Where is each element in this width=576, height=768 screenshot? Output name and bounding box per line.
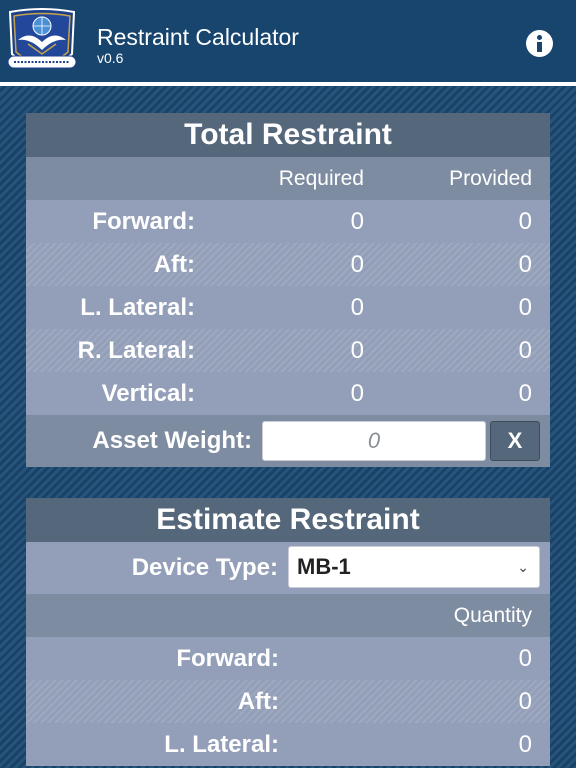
provided-value: 0 bbox=[518, 380, 532, 407]
required-value: 0 bbox=[350, 251, 364, 278]
quantity-value: 0 bbox=[518, 645, 532, 672]
unit-emblem-icon bbox=[7, 8, 77, 69]
quantity-value: 0 bbox=[518, 731, 532, 758]
header-divider bbox=[0, 82, 576, 86]
required-value: 0 bbox=[350, 294, 364, 321]
app-header: Restraint Calculator v0.6 bbox=[0, 0, 576, 82]
required-column-header: Required bbox=[278, 167, 364, 190]
device-type-label: Device Type: bbox=[131, 554, 278, 581]
info-icon[interactable] bbox=[526, 30, 553, 57]
device-type-row: Device Type: MB-1 ⌄ bbox=[26, 542, 550, 594]
table-row: R. Lateral: 0 0 bbox=[26, 329, 550, 372]
row-label: Forward: bbox=[92, 208, 195, 235]
row-label: R. Lateral: bbox=[77, 337, 195, 364]
table-row: L. Lateral: 0 0 bbox=[26, 286, 550, 329]
row-label: Aft: bbox=[153, 251, 195, 278]
table-row: Forward: 0 0 bbox=[26, 200, 550, 243]
total-restraint-column-headers: Required Provided bbox=[26, 157, 550, 200]
device-type-value: MB-1 bbox=[297, 554, 351, 579]
asset-weight-row: Asset Weight: X bbox=[26, 415, 550, 467]
table-row: Forward: 0 bbox=[26, 637, 550, 680]
table-row: L. Lateral: 0 bbox=[26, 723, 550, 766]
estimate-column-headers: Quantity bbox=[26, 594, 550, 637]
required-value: 0 bbox=[350, 337, 364, 364]
estimate-restraint-title: Estimate Restraint bbox=[26, 498, 550, 542]
row-label: Aft: bbox=[237, 688, 279, 715]
provided-value: 0 bbox=[518, 294, 532, 321]
quantity-value: 0 bbox=[518, 688, 532, 715]
app-version: v0.6 bbox=[97, 50, 124, 66]
required-value: 0 bbox=[350, 380, 364, 407]
app-title: Restraint Calculator bbox=[97, 24, 299, 50]
estimate-restraint-panel: Estimate Restraint Device Type: MB-1 ⌄ Q… bbox=[26, 498, 550, 766]
row-label: Vertical: bbox=[101, 380, 195, 407]
row-label: Forward: bbox=[176, 645, 279, 672]
row-label: L. Lateral: bbox=[80, 294, 195, 321]
table-row: Aft: 0 0 bbox=[26, 243, 550, 286]
provided-value: 0 bbox=[518, 208, 532, 235]
quantity-column-header: Quantity bbox=[453, 604, 532, 627]
total-restraint-title: Total Restraint bbox=[26, 113, 550, 157]
chevron-down-icon: ⌄ bbox=[517, 559, 529, 575]
total-restraint-panel: Total Restraint Required Provided Forwar… bbox=[26, 113, 550, 467]
provided-value: 0 bbox=[518, 337, 532, 364]
asset-weight-input[interactable] bbox=[262, 421, 486, 461]
provided-value: 0 bbox=[518, 251, 532, 278]
table-row: Vertical: 0 0 bbox=[26, 372, 550, 415]
required-value: 0 bbox=[350, 208, 364, 235]
asset-weight-label: Asset Weight: bbox=[92, 427, 252, 454]
device-type-select[interactable]: MB-1 ⌄ bbox=[288, 546, 540, 588]
table-row: Aft: 0 bbox=[26, 680, 550, 723]
provided-column-header: Provided bbox=[449, 167, 532, 190]
row-label: L. Lateral: bbox=[164, 731, 279, 758]
clear-weight-button[interactable]: X bbox=[490, 421, 540, 461]
